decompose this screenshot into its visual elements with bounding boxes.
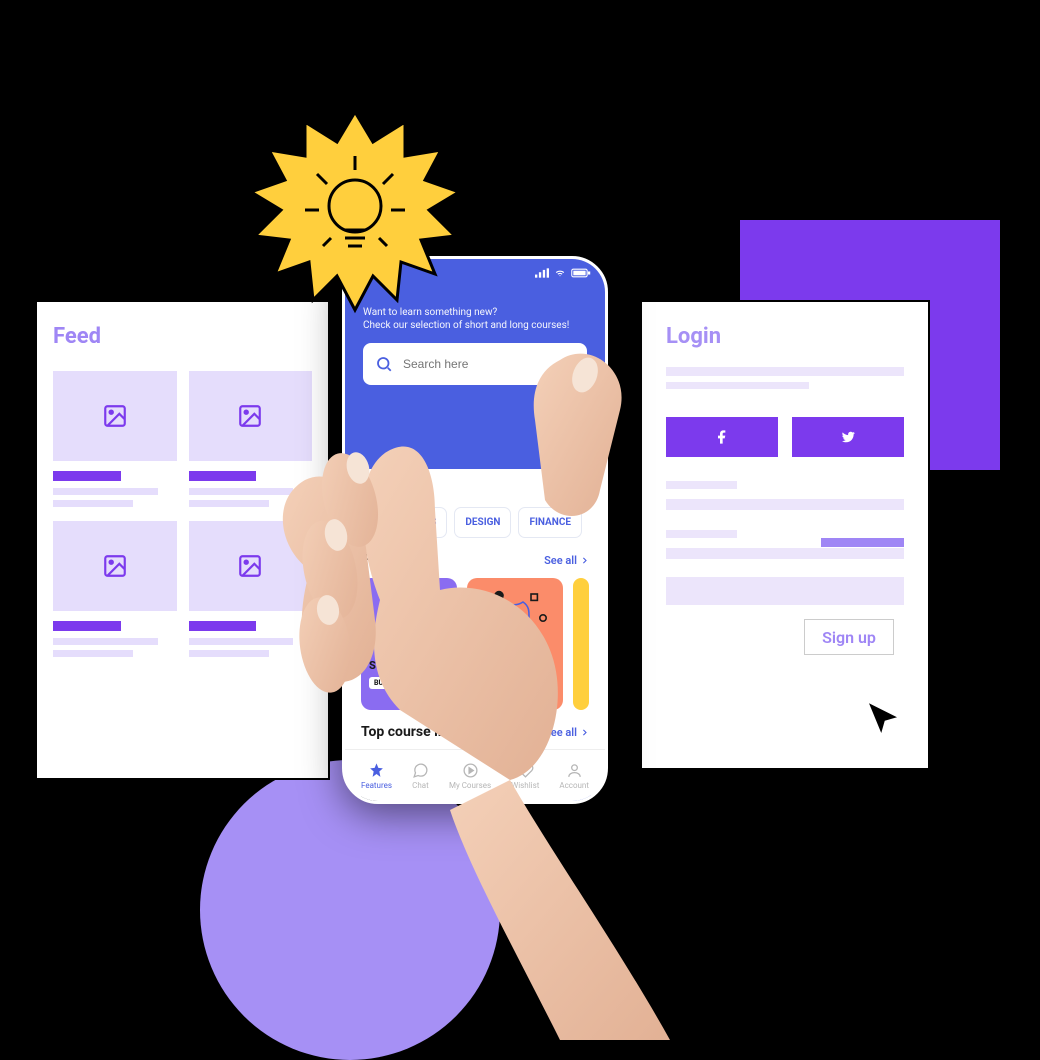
feed-card: Feed [35,300,330,780]
tab-account[interactable]: Account [559,762,589,790]
user-icon [566,762,583,779]
see-all-sport[interactable]: See all [544,726,589,739]
chevron-right-icon [580,556,589,565]
chat-icon [412,762,429,779]
list-item[interactable] [189,371,313,507]
see-all-categories[interactable]: See all [544,483,589,496]
heart-icon [517,762,534,779]
course-name: Strategy [369,659,449,672]
status-bar [535,268,591,278]
idea-burst [245,106,465,326]
course-tag: DANCE [475,677,508,689]
chip-design[interactable]: DESIGN [454,507,511,538]
course-name: Learn Salsa [475,659,555,672]
tab-features[interactable]: Features [361,762,392,790]
course-card[interactable] [573,578,589,710]
tab-chat[interactable]: Chat [412,762,429,790]
facebook-icon [714,429,730,445]
tab-label: Wishlist [511,781,539,790]
tab-wishlist[interactable]: Wishlist [511,762,539,790]
email-field[interactable] [666,499,904,510]
search-field[interactable] [403,357,575,371]
tab-label: Features [361,781,392,790]
tab-label: Account [559,781,589,790]
see-all-featured[interactable]: See all [544,554,589,567]
image-placeholder [53,521,177,611]
forgot-password-link[interactable] [821,538,904,547]
login-button[interactable] [666,577,904,605]
course-tag: BUSINESS [369,677,412,689]
chevron-right-icon [580,485,589,494]
categories-title: Categories [361,481,429,497]
decorative-circle [200,760,500,1060]
text-placeholder [666,382,809,389]
course-card[interactable]: Strategy BUSINESS 24 hrs [361,578,457,710]
tab-label: My Courses [449,781,491,790]
twitter-icon [840,429,856,445]
login-title: Login [666,324,904,349]
list-item[interactable] [53,371,177,507]
course-hours: 99 hrs [513,679,536,688]
password-field[interactable] [666,548,904,559]
battery-icon [571,268,591,278]
tab-label: Chat [412,781,429,790]
cursor-icon [862,698,904,740]
feed-grid [53,371,312,657]
label-placeholder [666,481,737,489]
star-icon [368,762,385,779]
signal-icon [535,268,549,278]
image-placeholder [53,371,177,461]
featured-title: Featured [361,552,417,568]
label-placeholder [666,530,737,538]
list-item[interactable] [189,521,313,657]
tab-bar: Features Chat My Courses Wishlist Accoun… [345,749,605,801]
chip-finance[interactable]: FINANCE [518,507,582,538]
tab-my-courses[interactable]: My Courses [449,762,491,790]
course-hours: 24 hrs [417,679,440,688]
course-art [475,586,555,656]
course-card[interactable]: Learn Salsa DANCE 99 hrs [467,578,563,710]
search-icon [375,355,393,373]
wifi-icon [553,268,567,278]
chevron-right-icon [580,728,589,737]
image-placeholder [189,371,313,461]
course-art [369,586,449,656]
image-placeholder [189,521,313,611]
facebook-button[interactable] [666,417,778,457]
signup-button[interactable]: Sign up [804,619,894,655]
top-sport-title: Top course in Sport [361,724,484,740]
chip-all-courses[interactable]: ALL COURSES [361,507,447,538]
feed-title: Feed [53,324,312,349]
play-icon [462,762,479,779]
text-placeholder [666,367,904,376]
search-input[interactable] [363,343,587,385]
login-card: Login Sign up [640,300,930,770]
phone-mockup: Want to learn something new? Check our s… [342,256,608,804]
list-item[interactable] [53,521,177,657]
twitter-button[interactable] [792,417,904,457]
